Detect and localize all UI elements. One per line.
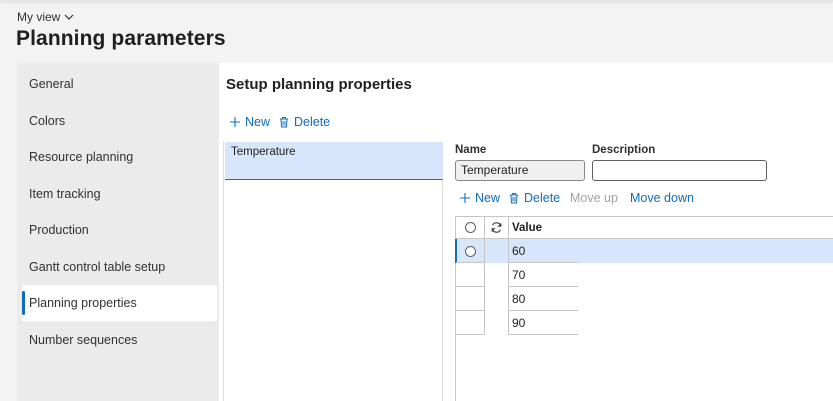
- grid-delete-button[interactable]: Delete: [508, 191, 560, 205]
- row-select-cell[interactable]: [456, 263, 484, 287]
- radio-icon: [464, 245, 476, 257]
- my-view-label: My view: [17, 10, 61, 24]
- cell-border: [456, 334, 484, 335]
- page-title: Planning parameters: [16, 27, 226, 50]
- new-button-label: New: [245, 115, 271, 129]
- nav-item-item-tracking[interactable]: Item tracking: [22, 176, 217, 212]
- nav-item-number-sequences[interactable]: Number sequences: [22, 322, 217, 358]
- values-grid: Value 60 70 80 90: [455, 216, 833, 401]
- nav-item-planning-properties[interactable]: Planning properties: [22, 285, 217, 321]
- name-field[interactable]: Temperature: [455, 160, 585, 181]
- nav-item-label: Number sequences: [29, 333, 138, 347]
- grid-new-button-label: New: [475, 191, 501, 205]
- delete-button[interactable]: Delete: [278, 115, 330, 129]
- description-field[interactable]: [592, 160, 767, 181]
- nav-item-label: General: [29, 77, 74, 91]
- nav-item-label: Item tracking: [29, 187, 101, 201]
- row-spacer-cell: [484, 239, 508, 263]
- nav-item-label: Production: [29, 223, 89, 237]
- table-row[interactable]: 70: [456, 263, 833, 287]
- my-view-dropdown[interactable]: My view: [17, 10, 74, 24]
- sidebar-nav: General Colors Resource planning Item tr…: [17, 63, 219, 401]
- table-row[interactable]: 90: [456, 311, 833, 335]
- top-bar: [0, 0, 833, 2]
- move-down-button-label: Move down: [630, 191, 694, 205]
- row-spacer-cell: [484, 263, 508, 287]
- nav-item-label: Planning properties: [29, 296, 137, 310]
- trash-icon: [280, 117, 288, 128]
- value-cell[interactable]: 90: [508, 311, 578, 335]
- name-label: Name: [455, 144, 487, 156]
- select-all-radio[interactable]: [456, 217, 484, 238]
- description-label: Description: [592, 144, 656, 156]
- move-down-button[interactable]: Move down: [630, 191, 694, 205]
- nav-item-resource-planning[interactable]: Resource planning: [22, 139, 217, 175]
- refresh-button[interactable]: [484, 217, 508, 238]
- trash-icon: [510, 193, 518, 204]
- plus-icon: [460, 193, 470, 203]
- table-row[interactable]: 80: [456, 287, 833, 311]
- nav-item-label: Gantt control table setup: [29, 260, 166, 274]
- chevron-down-icon: [64, 14, 74, 20]
- plus-icon: [230, 117, 240, 127]
- grid-header: Value: [456, 216, 833, 239]
- section-title: Setup planning properties: [226, 76, 412, 93]
- value-cell[interactable]: 60: [508, 239, 578, 263]
- row-select-radio[interactable]: [456, 239, 484, 263]
- delete-button-label: Delete: [294, 115, 331, 129]
- row-spacer-cell: [484, 311, 508, 335]
- nav-item-gantt-control-table-setup[interactable]: Gantt control table setup: [22, 249, 217, 285]
- nav-item-label: Resource planning: [29, 150, 134, 164]
- radio-icon: [464, 222, 476, 233]
- row-select-cell[interactable]: [456, 311, 484, 335]
- value-column-header[interactable]: Value: [508, 217, 578, 238]
- nav-item-colors[interactable]: Colors: [22, 103, 217, 139]
- row-spacer-cell: [484, 287, 508, 311]
- move-up-button[interactable]: Move up: [570, 191, 618, 205]
- value-cell[interactable]: 80: [508, 287, 578, 311]
- nav-item-label: Colors: [29, 114, 66, 128]
- table-row[interactable]: 60: [455, 239, 833, 263]
- grid-delete-button-label: Delete: [524, 191, 561, 205]
- name-field-value: Temperature: [461, 163, 529, 177]
- property-list: Temperature: [223, 141, 443, 401]
- content-panel: Setup planning properties New Delete Tem…: [219, 63, 833, 401]
- new-button[interactable]: New: [229, 115, 270, 129]
- row-select-cell[interactable]: [456, 287, 484, 311]
- value-cell[interactable]: 70: [508, 263, 578, 287]
- nav-item-general[interactable]: General: [22, 66, 217, 102]
- list-item[interactable]: Temperature: [225, 142, 443, 180]
- list-item-label: Temperature: [231, 146, 296, 158]
- move-up-button-label: Move up: [570, 191, 618, 205]
- grid-new-button[interactable]: New: [459, 191, 500, 205]
- nav-item-production[interactable]: Production: [22, 212, 217, 248]
- refresh-icon: [491, 222, 502, 233]
